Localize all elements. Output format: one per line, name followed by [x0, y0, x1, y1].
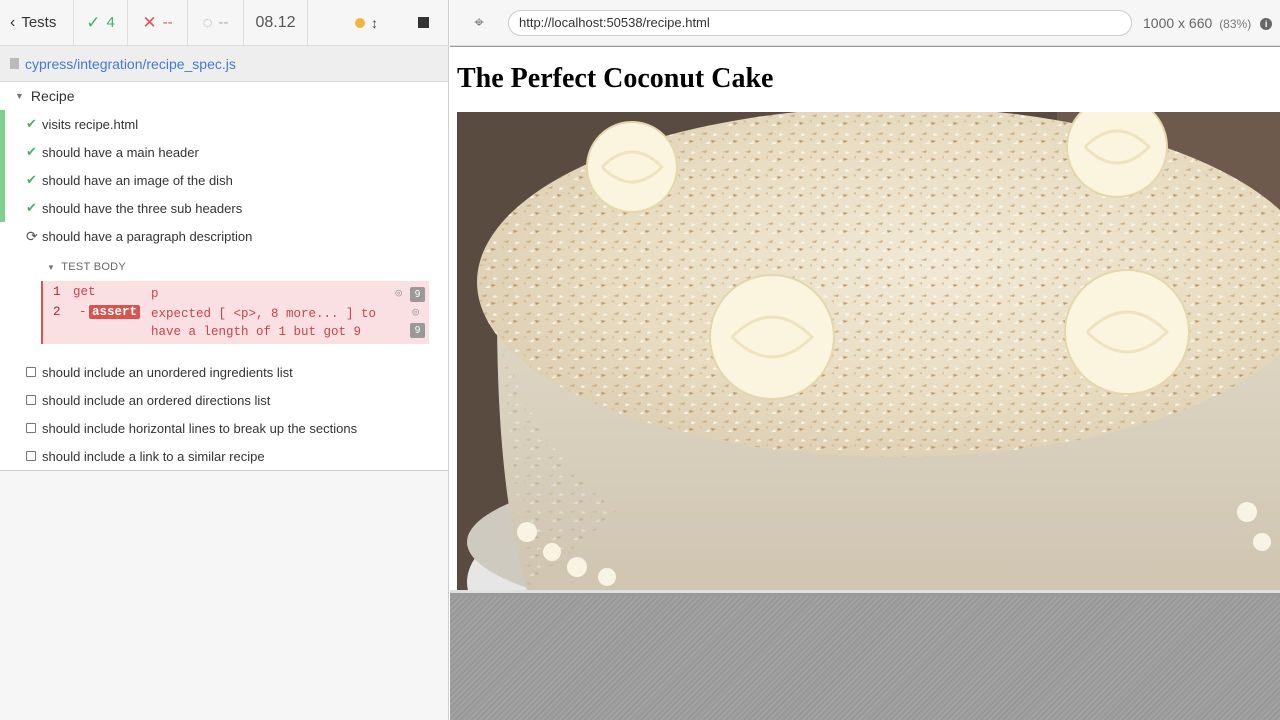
- caret-down-icon: ▼: [15, 91, 24, 101]
- checkbox-icon: [26, 451, 36, 461]
- failed-count: ✕ --: [128, 0, 188, 45]
- eye-slash-icon: ◎: [395, 288, 402, 300]
- test-title: should have a paragraph description: [42, 228, 253, 244]
- stats-bar: ‹ Tests ✓ 4 ✕ -- ◌ -- 08.12 ↕: [0, 0, 448, 46]
- run-controls: ↕: [308, 0, 448, 45]
- test-item[interactable]: ✔ should have an image of the dish: [0, 166, 448, 194]
- runnables-list: ▼ Recipe ✔ visits recipe.html ✔ should h…: [0, 82, 448, 471]
- test-title: should have the three sub headers: [42, 200, 243, 216]
- circle-notch-icon: ◌: [202, 12, 213, 32]
- command-number: 2: [53, 305, 61, 319]
- refresh-icon: ⟳: [26, 227, 38, 244]
- test-item[interactable]: ✔ should have the three sub headers: [0, 194, 448, 222]
- test-item[interactable]: should include a link to a similar recip…: [0, 442, 448, 470]
- assert-badge: assert: [89, 305, 141, 319]
- viewport-size: 1000 x 660: [1143, 14, 1213, 31]
- check-icon: ✔: [26, 116, 37, 131]
- tests-label: Tests: [21, 14, 57, 31]
- file-icon: [10, 58, 19, 69]
- url-field[interactable]: [508, 9, 1132, 36]
- command-prefix: -: [79, 305, 87, 319]
- test-item[interactable]: ✔ should have a main header: [0, 138, 448, 166]
- test-item[interactable]: ✔ visits recipe.html: [0, 110, 448, 138]
- auto-scroll-toggle-icon[interactable]: ↕: [371, 15, 378, 31]
- aut-background: [450, 596, 1280, 720]
- checkbox-icon: [26, 367, 36, 377]
- test-title: visits recipe.html: [42, 116, 139, 132]
- test-item[interactable]: should include an ordered directions lis…: [0, 386, 448, 414]
- pending-count-value: --: [218, 14, 229, 31]
- aut-header: ⌖ 1000 x 660 (83%) i: [450, 0, 1280, 46]
- stop-icon[interactable]: [418, 17, 429, 28]
- command-name: get: [73, 285, 96, 299]
- test-title: should have a main header: [42, 144, 199, 160]
- test-item[interactable]: should include horizontal lines to break…: [0, 414, 448, 442]
- selector-playground-icon[interactable]: ⌖: [450, 13, 508, 33]
- command-row-assert[interactable]: 2 - assert expected [ <p>, 8 more... ] t…: [43, 305, 429, 343]
- x-icon: ✕: [142, 12, 157, 32]
- info-icon: i: [1260, 17, 1273, 30]
- duration: 08.12: [244, 0, 308, 45]
- check-icon: ✔: [26, 144, 37, 159]
- eye-slash-icon: ◎: [412, 307, 419, 319]
- test-item[interactable]: should include an unordered ingredients …: [0, 358, 448, 386]
- pending-count: ◌ --: [188, 0, 244, 45]
- command-row-get[interactable]: 1 get p ◎ 9: [43, 285, 429, 303]
- test-item-running[interactable]: ⟳ should have a paragraph description: [0, 222, 448, 250]
- test-body-section: ▼ TEST BODY 1 get p ◎ 9 2 - assert expec…: [0, 250, 448, 358]
- test-title: should include an unordered ingredients …: [42, 364, 293, 380]
- checkbox-icon: [26, 395, 36, 405]
- test-body-header[interactable]: ▼ TEST BODY: [41, 258, 428, 276]
- check-icon: ✔: [26, 200, 37, 215]
- command-log: 1 get p ◎ 9 2 - assert expected [ <p>, 8…: [41, 281, 429, 344]
- aut-panel: ⌖ 1000 x 660 (83%) i The Perfect Coconut…: [450, 0, 1280, 720]
- check-icon: ✔: [26, 172, 37, 187]
- test-body-label: TEST BODY: [61, 261, 127, 273]
- tests-toggle-button[interactable]: ‹ Tests: [0, 0, 74, 45]
- spec-path-link[interactable]: cypress/integration/recipe_spec.js: [25, 56, 236, 72]
- suite-recipe[interactable]: ▼ Recipe: [0, 82, 448, 110]
- running-indicator-icon: [355, 17, 365, 28]
- passed-count-value: 4: [106, 14, 115, 31]
- test-title: should include an ordered directions lis…: [42, 392, 271, 408]
- element-count-badge: 9: [410, 323, 425, 338]
- assert-label-wrap: assert: [89, 305, 141, 319]
- page-title: The Perfect Coconut Cake: [457, 63, 774, 94]
- test-title: should include horizontal lines to break…: [42, 420, 358, 436]
- spec-path-bar: cypress/integration/recipe_spec.js: [0, 46, 448, 82]
- suite-title: Recipe: [30, 88, 75, 104]
- passed-count: ✓ 4: [74, 0, 128, 45]
- check-icon: ✓: [86, 12, 101, 32]
- test-title: should include a link to a similar recip…: [42, 448, 265, 464]
- command-number: 1: [53, 285, 61, 299]
- caret-down-icon: ▼: [47, 262, 56, 272]
- viewport-zoom: (83%): [1219, 16, 1252, 31]
- viewport-info[interactable]: 1000 x 660 (83%) i: [1143, 14, 1273, 31]
- checkbox-icon: [26, 423, 36, 433]
- reporter-panel: ‹ Tests ✓ 4 ✕ -- ◌ -- 08.12 ↕ cypress/in…: [0, 0, 449, 720]
- command-message: p: [151, 287, 159, 301]
- element-count-badge: 9: [410, 287, 425, 302]
- dish-image: [457, 112, 1280, 590]
- chevron-left-icon: ‹: [10, 13, 16, 31]
- test-title: should have an image of the dish: [42, 172, 233, 188]
- aut-iframe: The Perfect Coconut Cake: [450, 47, 1280, 593]
- command-message: expected [ <p>, 8 more... ] to have a le…: [151, 307, 377, 339]
- failed-count-value: --: [162, 14, 173, 31]
